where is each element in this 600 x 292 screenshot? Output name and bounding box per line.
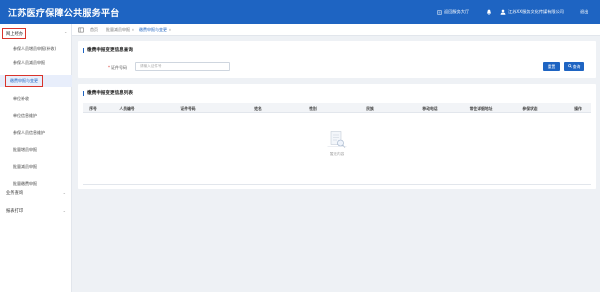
- sidebar-group-label: 报表打印: [6, 208, 24, 214]
- tab-bar: 首页 批量减员申报 ✕ 缴费申报与变更 ✕: [72, 24, 600, 36]
- id-number-input[interactable]: 请输入证件号: [135, 62, 230, 71]
- sidebar-item-payment-declaration[interactable]: 缴费申报与变更: [0, 75, 72, 87]
- query-button[interactable]: 查询: [564, 62, 584, 71]
- sidebar-item-label: 参保人员信息维护: [13, 130, 45, 135]
- home-link-label: 返回服务大厅: [444, 9, 470, 14]
- tab-label: 批量减员申报: [106, 27, 130, 32]
- sidebar-item-label: 缴费申报与变更: [5, 75, 43, 87]
- close-icon[interactable]: ✕: [132, 28, 135, 32]
- tab-home[interactable]: 首页: [90, 27, 98, 33]
- id-number-label-text: 证件号码: [111, 65, 127, 70]
- sidebar-group-business-query[interactable]: 业务查询 ⌄: [0, 187, 72, 198]
- user-icon: [500, 9, 506, 15]
- sidebar-item-person-info[interactable]: 参保人员信息维护: [0, 127, 72, 139]
- column-header: 常住详细地址: [469, 106, 493, 111]
- close-icon[interactable]: ✕: [169, 28, 172, 32]
- sidebar-item-label: 单位补收: [13, 96, 29, 101]
- id-number-placeholder: 请输入证件号: [140, 64, 162, 68]
- tab-label: 缴费申报与变更: [139, 27, 167, 32]
- app-title: 江苏医疗保障公共服务平台: [8, 9, 120, 19]
- column-header: 证件号码: [180, 106, 196, 111]
- notification-button[interactable]: [486, 9, 492, 15]
- empty-state-text: 暂无内容: [329, 152, 345, 156]
- sidebar-group-report-print[interactable]: 报表打印 ⌄: [0, 205, 72, 216]
- reset-button[interactable]: 重置: [543, 62, 560, 71]
- reset-button-label: 重置: [547, 63, 556, 69]
- sidebar-item-enroll-add[interactable]: 参保人员增员申报(补收): [0, 43, 72, 55]
- sidebar-group-label: 业务查询: [6, 190, 24, 196]
- logout-button[interactable]: 退出: [580, 9, 588, 15]
- home-icon: [437, 9, 442, 15]
- sidebar-item-label: 参保人员减员申报: [13, 60, 45, 65]
- user-menu[interactable]: 江苏XX服务文化传媒有限公司: [500, 9, 564, 15]
- empty-state: 暂无内容: [83, 113, 591, 185]
- sidebar-group-label: 网上经办: [6, 31, 24, 37]
- chevron-down-icon: ⌄: [62, 208, 66, 213]
- sidebar-item-batch-remove[interactable]: 批量减员申报: [0, 161, 72, 173]
- result-table: 序号 人员编号 证件号码 姓名 性别 民族 移动电话 常住详细地址 参保状态 操…: [83, 103, 591, 185]
- column-header: 人员编号: [119, 106, 135, 111]
- org-name: 江苏XX服务文化传媒有限公司: [508, 9, 564, 14]
- table-header: 序号 人员编号 证件号码 姓名 性别 民族 移动电话 常住详细地址 参保状态 操…: [83, 103, 591, 113]
- sidebar-item-label: 批量减员申报: [13, 164, 37, 169]
- query-panel: 缴费申报变更信息查询 *证件号码 请输入证件号 重置 查询: [78, 41, 596, 78]
- list-panel-title: 缴费申报变更信息列表: [83, 91, 133, 96]
- sidebar-item-label: 单位信息维护: [13, 113, 37, 118]
- tab-label: 首页: [90, 27, 98, 32]
- tab-payment-declaration[interactable]: 缴费申报与变更 ✕: [139, 27, 171, 33]
- column-header: 序号: [89, 106, 97, 111]
- home-link[interactable]: 返回服务大厅: [437, 9, 469, 15]
- query-button-label: 查询: [572, 63, 581, 69]
- sidebar-item-batch-add[interactable]: 批量增员申报: [0, 144, 72, 156]
- list-panel: 缴费申报变更信息列表 序号 人员编号 证件号码 姓名 性别 民族 移动电话 常住…: [78, 84, 596, 189]
- chevron-up-icon: ⌃: [64, 31, 68, 36]
- column-header: 参保状态: [522, 106, 538, 111]
- sidebar-item-label: 批量增员申报: [13, 147, 37, 152]
- column-header: 操作: [574, 106, 582, 111]
- column-header: 性别: [309, 106, 317, 111]
- bell-icon: [486, 9, 492, 15]
- sidebar-item-enroll-remove[interactable]: 参保人员减员申报: [0, 57, 72, 69]
- empty-data-icon: [325, 130, 349, 151]
- column-header: 民族: [366, 106, 374, 111]
- id-number-label: *证件号码: [108, 65, 127, 70]
- sidebar-item-unit-info[interactable]: 单位信息维护: [0, 110, 72, 122]
- query-panel-title: 缴费申报变更信息查询: [83, 48, 133, 53]
- tab-batch-remove[interactable]: 批量减员申报 ✕: [106, 27, 134, 33]
- search-icon: [567, 64, 572, 69]
- sidebar: 网上经办 ⌃ 参保人员增员申报(补收) 参保人员减员申报 缴费申报与变更 单位补…: [0, 24, 72, 292]
- chevron-down-icon: ⌄: [62, 190, 66, 195]
- sidebar-group-online-service[interactable]: 网上经办: [2, 28, 26, 39]
- column-header: 姓名: [254, 106, 262, 111]
- sidebar-item-label: 参保人员增员申报(补收): [13, 46, 57, 51]
- menu-toggle-icon[interactable]: [78, 27, 84, 33]
- column-header: 移动电话: [422, 106, 438, 111]
- top-header: 江苏医疗保障公共服务平台 返回服务大厅 江苏XX服务文化传媒有限公司 退出: [0, 0, 600, 24]
- sidebar-item-unit-supplement[interactable]: 单位补收: [0, 93, 72, 105]
